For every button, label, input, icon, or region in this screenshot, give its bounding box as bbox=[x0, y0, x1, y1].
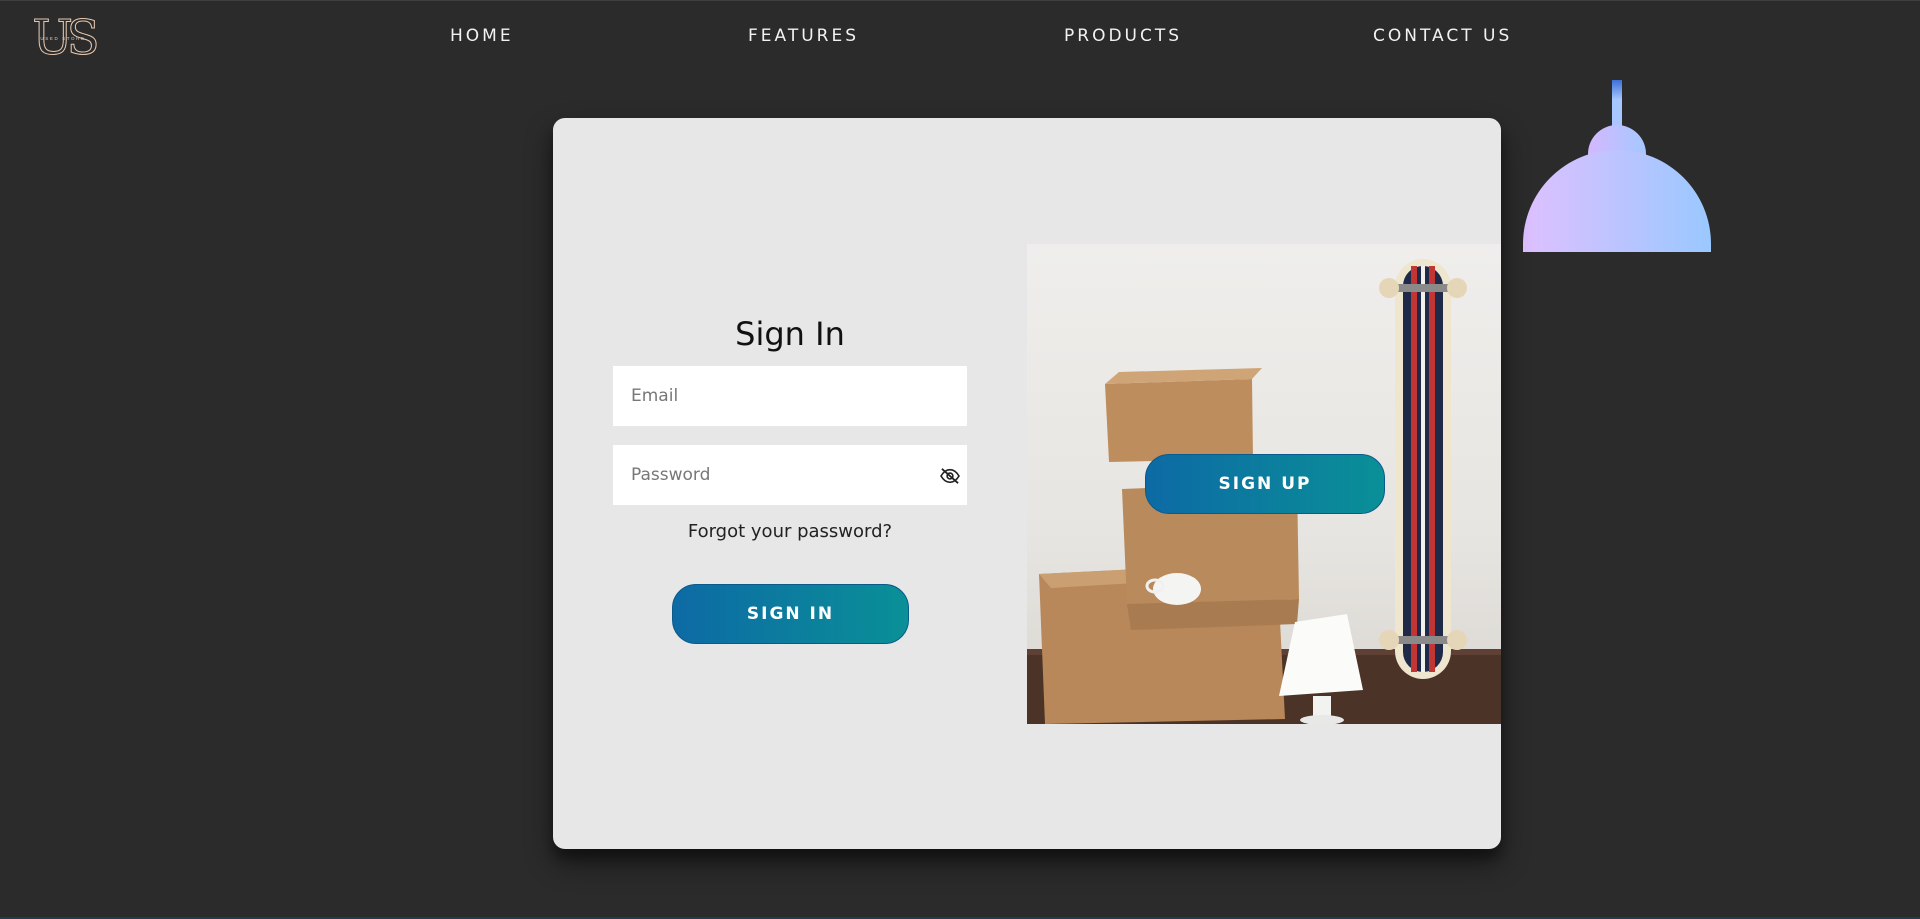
boxes-photo: SIGN UP bbox=[1027, 244, 1501, 724]
page: US USED STORE HOME FEATURES PRODUCTS CON… bbox=[0, 0, 1920, 919]
password-field[interactable] bbox=[613, 445, 967, 505]
signin-form: Sign In Forgot your password? bbox=[613, 314, 967, 542]
signin-title: Sign In bbox=[735, 315, 845, 353]
auth-card: Sign In Forgot your password? SIGN IN bbox=[553, 118, 1501, 849]
email-field[interactable] bbox=[613, 366, 967, 426]
main-nav: HOME FEATURES PRODUCTS CONTACT US bbox=[0, 26, 1920, 50]
forgot-password-link[interactable]: Forgot your password? bbox=[613, 521, 967, 542]
password-field-wrapper bbox=[613, 445, 967, 505]
sign-up-button[interactable]: SIGN UP bbox=[1145, 454, 1385, 514]
top-divider bbox=[0, 0, 1920, 1]
lamp-cord bbox=[1612, 80, 1622, 130]
nav-products[interactable]: PRODUCTS bbox=[1064, 26, 1182, 46]
nav-home[interactable]: HOME bbox=[450, 26, 514, 46]
sign-in-button[interactable]: SIGN IN bbox=[672, 584, 909, 644]
nav-contact-us[interactable]: CONTACT US bbox=[1373, 26, 1512, 46]
eye-slash-icon[interactable] bbox=[939, 467, 961, 485]
lamp-shade bbox=[1523, 150, 1711, 252]
nav-features[interactable]: FEATURES bbox=[748, 26, 859, 46]
